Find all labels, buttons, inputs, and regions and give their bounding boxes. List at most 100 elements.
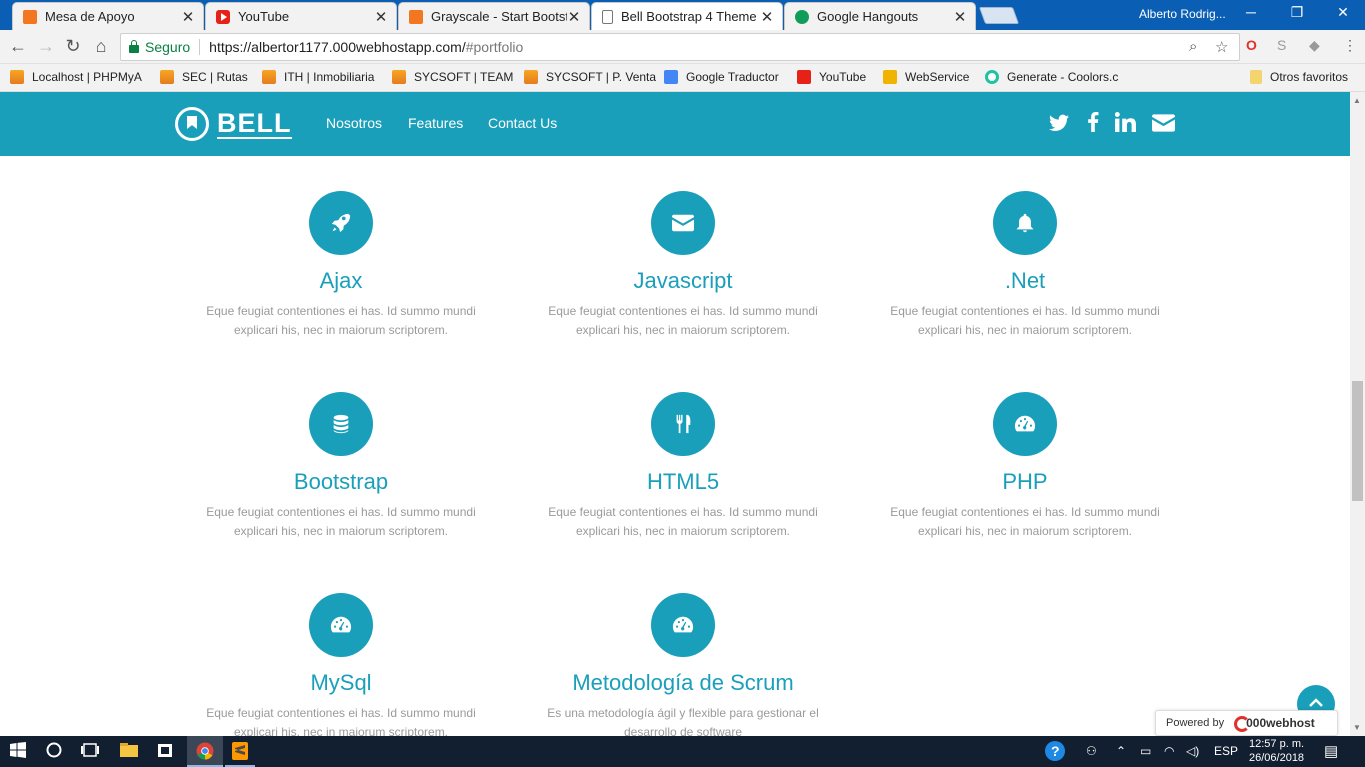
scrollbar-thumb[interactable] xyxy=(1352,381,1363,501)
feature-title: .Net xyxy=(1004,268,1046,293)
sublime-taskbar-button[interactable] xyxy=(225,736,255,767)
bookmark-item[interactable]: SEC | Rutas xyxy=(160,70,248,84)
bookmark-item[interactable]: YouTube xyxy=(797,70,866,84)
tab-title: Mesa de Apoyo xyxy=(45,9,135,24)
close-icon[interactable]: ✕ xyxy=(953,8,967,26)
reload-icon[interactable]: ↻ xyxy=(63,36,83,57)
bookmark-logo-icon xyxy=(175,107,209,141)
xampp-icon xyxy=(23,9,37,24)
tab-google-hangouts[interactable]: Google Hangouts ✕ xyxy=(784,2,976,30)
tab-mesa-de-apoyo[interactable]: Mesa de Apoyo ✕ xyxy=(12,2,204,30)
bookmark-item[interactable]: WebService xyxy=(883,70,969,84)
bookmarks-bar: Localhost | PHPMyA SEC | Rutas ITH | Inm… xyxy=(0,64,1365,92)
close-window-icon[interactable]: ✕ xyxy=(1328,4,1358,21)
restore-icon[interactable]: ❐ xyxy=(1282,4,1312,21)
bookmark-item[interactable]: Generate - Coolors.c xyxy=(985,70,1118,84)
windows-taskbar: ? ⚇ ⌃ ▭ ◠ ◁) ESP 12:57 p. m. 26/06/2018 … xyxy=(0,736,1365,767)
battery-icon[interactable]: ▭ xyxy=(1140,744,1151,758)
help-icon[interactable]: ? xyxy=(1044,740,1066,765)
page-viewport: BELL Nosotros Features Contact Us Ajax E… xyxy=(0,92,1350,736)
star-icon[interactable]: ☆ xyxy=(1215,38,1228,56)
page-scrollbar[interactable]: ▲ ▼ xyxy=(1350,92,1365,736)
bookmark-item[interactable]: Localhost | PHPMyA xyxy=(10,70,142,84)
nav-link-contact-us[interactable]: Contact Us xyxy=(488,115,557,131)
opera-extension-icon[interactable]: O xyxy=(1246,37,1257,53)
xampp-icon xyxy=(160,70,174,84)
tab-youtube[interactable]: YouTube ✕ xyxy=(205,2,397,30)
windows-start-icon[interactable] xyxy=(10,742,26,763)
xampp-icon xyxy=(524,70,538,84)
feature-title: Bootstrap xyxy=(293,469,389,494)
task-view-icon[interactable] xyxy=(80,742,100,763)
menu-icon[interactable]: ⋮ xyxy=(1343,37,1357,54)
feature-card: Metodología de Scrum Es una metodología … xyxy=(533,593,833,736)
facebook-icon[interactable] xyxy=(1087,112,1099,138)
document-icon xyxy=(602,9,613,24)
people-icon[interactable]: ⚇ xyxy=(1086,744,1097,758)
cortana-icon[interactable] xyxy=(46,742,62,763)
tab-title: Grayscale - Start Bootstra xyxy=(431,9,567,24)
bookmark-item[interactable]: Google Traductor xyxy=(664,70,779,84)
close-icon[interactable]: ✕ xyxy=(760,8,774,26)
profile-name[interactable]: Alberto Rodrig... xyxy=(1139,7,1226,21)
bookmark-item[interactable]: ITH | Inmobiliaria xyxy=(262,70,374,84)
powered-by-label: Powered by xyxy=(1166,717,1225,729)
wifi-icon[interactable]: ◠ xyxy=(1164,744,1174,758)
back-arrow-icon[interactable]: ← xyxy=(8,36,28,57)
action-center-icon[interactable]: ▤ xyxy=(1324,742,1338,760)
bookmark-item[interactable]: SYCSOFT | P. Venta xyxy=(524,70,656,84)
tab-grayscale[interactable]: Grayscale - Start Bootstra ✕ xyxy=(398,2,590,30)
url-text: https://albertor1177.000webhostapp.com/#… xyxy=(209,39,523,55)
scroll-up-arrow-icon[interactable]: ▲ xyxy=(1353,96,1361,105)
volume-icon[interactable]: ◁) xyxy=(1186,744,1199,758)
dropbox-extension-icon[interactable]: ◆ xyxy=(1309,37,1320,54)
tab-bell-bootstrap[interactable]: Bell Bootstrap 4 Theme ✕ xyxy=(591,2,783,30)
twitter-icon[interactable] xyxy=(1049,112,1069,138)
new-tab-button[interactable] xyxy=(978,7,1020,24)
nav-link-nosotros[interactable]: Nosotros xyxy=(326,115,382,131)
feature-title: Javascript xyxy=(633,268,733,293)
close-icon[interactable]: ✕ xyxy=(567,8,581,26)
close-icon[interactable]: ✕ xyxy=(181,8,195,26)
bookmark-item[interactable]: SYCSOFT | TEAM xyxy=(392,70,513,84)
language-indicator[interactable]: ESP xyxy=(1214,744,1238,758)
powered-by-badge[interactable]: Powered by 000webhost xyxy=(1155,710,1338,736)
feature-title: MySql xyxy=(310,670,372,695)
phpmyadmin-icon xyxy=(10,70,24,84)
forward-arrow-icon[interactable]: → xyxy=(36,36,56,57)
folder-icon xyxy=(1250,70,1262,84)
url-path: #portfolio xyxy=(465,39,524,55)
bookmark-label: Localhost | PHPMyA xyxy=(32,70,142,84)
system-clock[interactable]: 12:57 p. m. 26/06/2018 xyxy=(1249,737,1304,765)
hangouts-icon xyxy=(795,9,809,24)
file-explorer-icon[interactable] xyxy=(120,742,138,763)
feature-card: Bootstrap Eque feugiat contentiones ei h… xyxy=(191,392,491,541)
linkedin-icon[interactable] xyxy=(1115,112,1136,138)
nav-link-features[interactable]: Features xyxy=(408,115,463,131)
feature-card: MySql Eque feugiat contentiones ei has. … xyxy=(191,593,491,736)
tab-title: Google Hangouts xyxy=(817,9,919,24)
envelope-icon[interactable] xyxy=(1152,112,1175,138)
rocket-icon xyxy=(309,191,373,255)
address-bar[interactable]: Seguro https://albertor1177.000webhostap… xyxy=(120,33,1240,61)
chevron-up-icon[interactable]: ⌃ xyxy=(1116,744,1126,758)
dashboard-icon xyxy=(993,392,1057,456)
chrome-taskbar-button[interactable] xyxy=(187,736,223,767)
site-logo[interactable]: BELL xyxy=(175,107,292,141)
store-icon[interactable] xyxy=(157,742,173,763)
minimize-icon[interactable]: ─ xyxy=(1236,4,1266,20)
feature-description: Eque feugiat contentiones ei has. Id sum… xyxy=(206,505,476,538)
home-icon[interactable]: ⌂ xyxy=(91,36,111,57)
clock-time: 12:57 p. m. xyxy=(1249,738,1305,750)
feature-card: Ajax Eque feugiat contentiones ei has. I… xyxy=(191,191,491,340)
close-icon[interactable]: ✕ xyxy=(374,8,388,26)
scroll-down-arrow-icon[interactable]: ▼ xyxy=(1353,723,1361,732)
zoom-icon[interactable]: ⌕ xyxy=(1189,38,1197,55)
dashboard-icon xyxy=(309,593,373,657)
bookmark-folder[interactable]: Otros favoritos xyxy=(1250,70,1348,84)
feature-description: Eque feugiat contentiones ei has. Id sum… xyxy=(548,505,818,538)
stackoverflow-icon xyxy=(883,70,897,84)
bookmark-label: Otros favoritos xyxy=(1270,70,1349,84)
tab-title: YouTube xyxy=(238,9,290,24)
skype-extension-icon[interactable]: S xyxy=(1277,37,1286,53)
